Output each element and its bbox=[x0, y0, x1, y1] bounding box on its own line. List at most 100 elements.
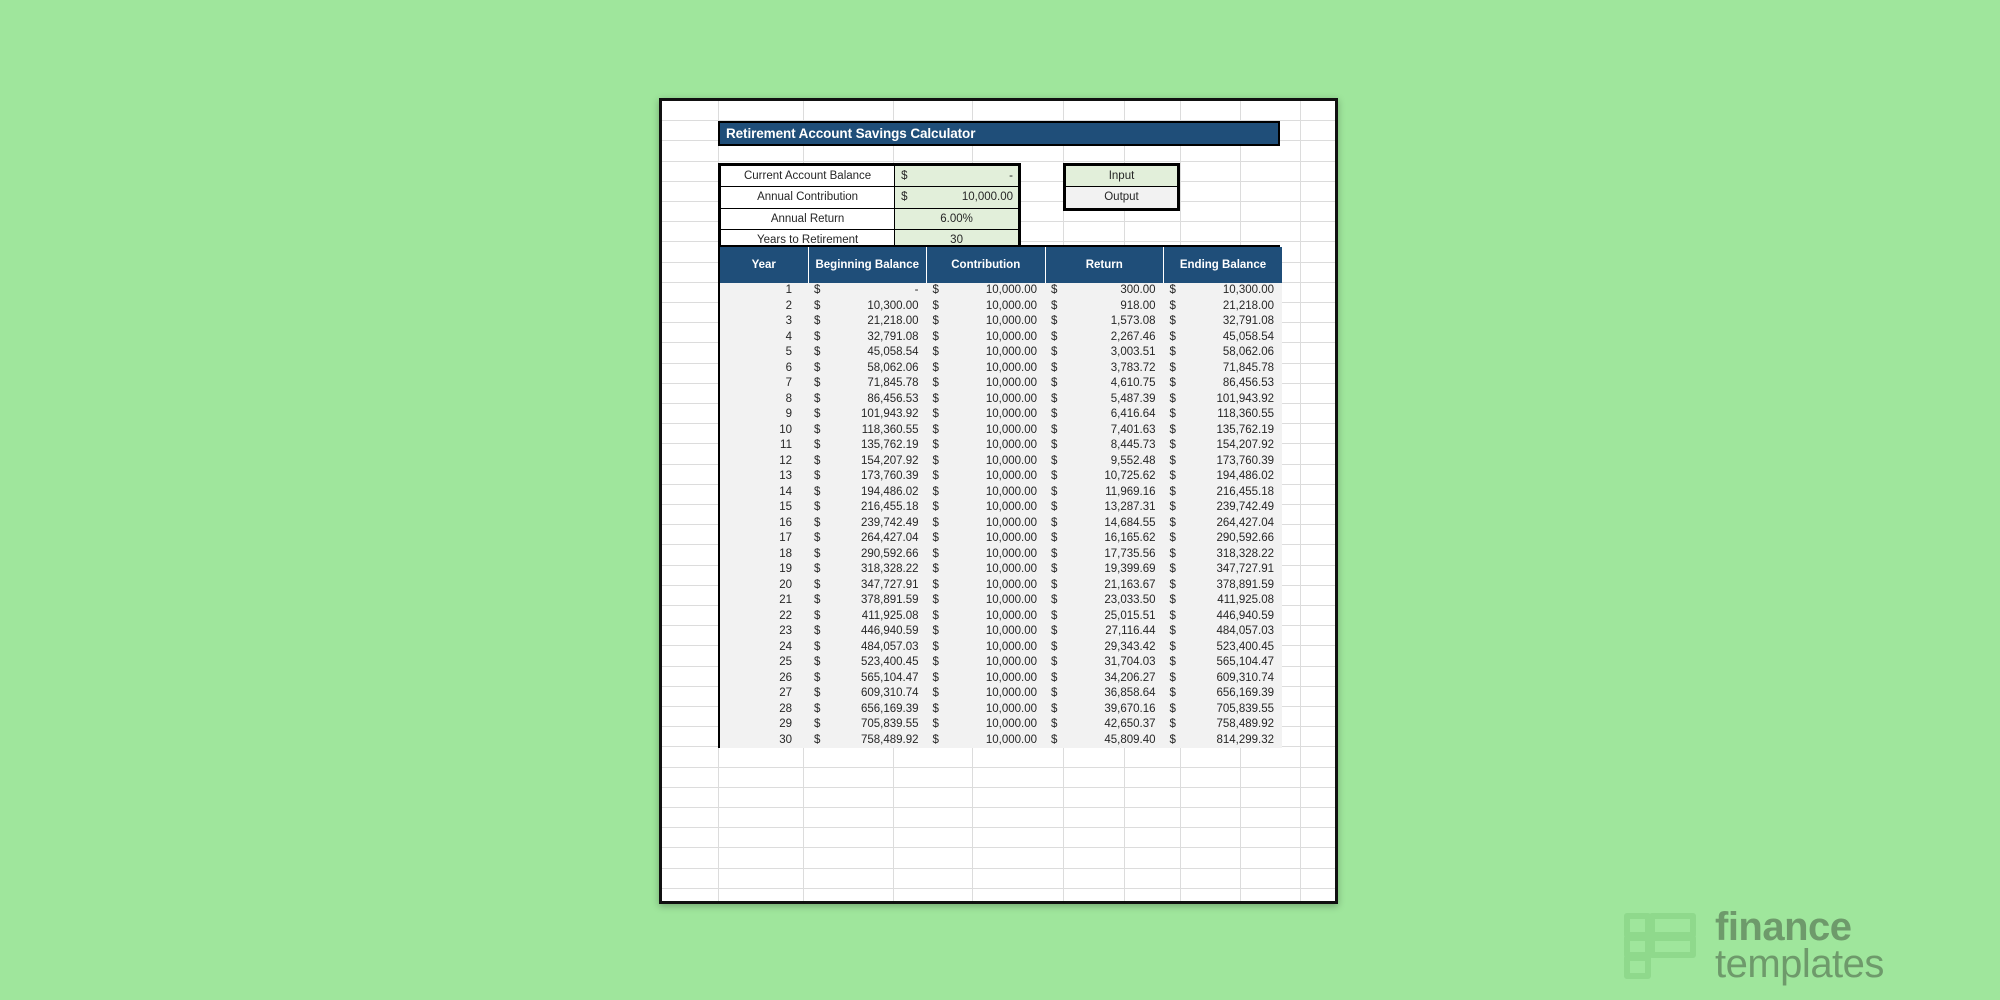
table-row: 21 $378,891.59 $10,000.00 $23,033.50 $411,92… bbox=[720, 593, 1282, 609]
cell-beginning: $86,456.53 bbox=[808, 391, 927, 407]
currency-symbol: $ bbox=[814, 718, 821, 730]
cell-contribution: $10,000.00 bbox=[926, 500, 1045, 516]
table-body: 1 $ - $10,000.00 $300.00 $10,300.00 2 $10,300.0… bbox=[720, 283, 1282, 748]
currency-symbol: $ bbox=[932, 470, 939, 482]
currency-symbol: $ bbox=[1051, 625, 1058, 637]
currency-symbol: $ bbox=[814, 640, 821, 653]
cell-beginning: $656,169.39 bbox=[808, 701, 927, 717]
cell-return: $21,163.67 bbox=[1045, 577, 1164, 593]
cell-ending: $347,727.91 bbox=[1163, 562, 1282, 578]
cell-return: $25,015.51 bbox=[1045, 608, 1164, 624]
currency-symbol: $ bbox=[814, 361, 821, 374]
currency-symbol: $ bbox=[932, 702, 939, 715]
cell-return: $5,487.39 bbox=[1045, 391, 1164, 407]
currency-symbol: $ bbox=[932, 687, 939, 699]
currency-symbol: $ bbox=[1051, 563, 1058, 575]
cell-return: $39,670.16 bbox=[1045, 701, 1164, 717]
cell-beginning: $ - bbox=[808, 283, 927, 299]
currency-symbol: $ bbox=[932, 516, 939, 529]
cell-ending: $173,760.39 bbox=[1163, 453, 1282, 469]
currency-symbol: $ bbox=[1169, 656, 1176, 668]
cell-year: 14 bbox=[720, 484, 808, 500]
currency-symbol: $ bbox=[901, 170, 908, 182]
currency-symbol: $ bbox=[1051, 485, 1058, 498]
cell-ending: $264,427.04 bbox=[1163, 515, 1282, 531]
currency-symbol: $ bbox=[932, 532, 939, 544]
cell-year: 2 bbox=[720, 298, 808, 314]
amortization-schedule-wrap: Year Beginning Balance Contribution Return E… bbox=[718, 245, 1282, 748]
legend-row-output: Output bbox=[1065, 186, 1178, 209]
cell-beginning: $101,943.92 bbox=[808, 407, 927, 423]
assumption-value-input[interactable]: $10,000.00 bbox=[894, 186, 1019, 209]
currency-symbol: $ bbox=[1051, 423, 1058, 436]
assumption-value-input[interactable]: $ - bbox=[894, 164, 1019, 188]
currency-symbol: $ bbox=[1051, 346, 1058, 358]
finance-templates-logo: finance templates bbox=[1623, 898, 1988, 993]
assumption-label: Annual Contribution bbox=[719, 186, 896, 209]
cell-year: 30 bbox=[720, 732, 808, 748]
currency-symbol: $ bbox=[1051, 687, 1058, 699]
currency-symbol: $ bbox=[932, 330, 939, 343]
cell-contribution: $10,000.00 bbox=[926, 531, 1045, 547]
table-row: 2 $10,300.00 $10,000.00 $918.00 $21,218.00 bbox=[720, 298, 1282, 314]
assumptions-input-block: Current Account Balance $ - Annual Contribu… bbox=[718, 163, 1021, 254]
column-header: Ending Balance bbox=[1163, 247, 1282, 283]
currency-symbol: $ bbox=[932, 594, 939, 606]
currency-symbol: $ bbox=[814, 439, 821, 451]
currency-symbol: $ bbox=[1051, 532, 1058, 544]
cell-contribution: $10,000.00 bbox=[926, 453, 1045, 469]
table-row: 19 $318,328.22 $10,000.00 $19,399.69 $347,72… bbox=[720, 562, 1282, 578]
table-row: 4 $32,791.08 $10,000.00 $2,267.46 $45,058.54 bbox=[720, 329, 1282, 345]
assumption-value-input[interactable]: 6.00% bbox=[894, 207, 1019, 230]
table-row: 9 $101,943.92 $10,000.00 $6,416.64 $118,360.… bbox=[720, 407, 1282, 423]
currency-symbol: $ bbox=[1169, 702, 1176, 715]
cell-beginning: $216,455.18 bbox=[808, 500, 927, 516]
currency-symbol: $ bbox=[814, 470, 821, 482]
cell-ending: $86,456.53 bbox=[1163, 376, 1282, 392]
cell-contribution: $10,000.00 bbox=[926, 670, 1045, 686]
assumption-label: Current Account Balance bbox=[719, 164, 896, 188]
logo-wordmark: finance templates bbox=[1715, 907, 1884, 984]
cell-contribution: $10,000.00 bbox=[926, 624, 1045, 640]
table-header-row: Year Beginning Balance Contribution Return E… bbox=[720, 247, 1282, 283]
currency-symbol: $ bbox=[1051, 578, 1058, 591]
currency-symbol: $ bbox=[932, 299, 939, 312]
table-row: 11 $135,762.19 $10,000.00 $8,445.73 $154,207… bbox=[720, 438, 1282, 454]
table-row: 18 $290,592.66 $10,000.00 $17,735.56 $318,32… bbox=[720, 546, 1282, 562]
cell-ending: $758,489.92 bbox=[1163, 717, 1282, 733]
cell-contribution: $10,000.00 bbox=[926, 283, 1045, 299]
currency-symbol: $ bbox=[1169, 392, 1176, 405]
currency-symbol: $ bbox=[932, 315, 939, 327]
cell-year: 21 bbox=[720, 593, 808, 609]
cell-year: 6 bbox=[720, 360, 808, 376]
cell-beginning: $347,727.91 bbox=[808, 577, 927, 593]
cell-return: $1,573.08 bbox=[1045, 314, 1164, 330]
currency-symbol: $ bbox=[1051, 702, 1058, 715]
cell-year: 26 bbox=[720, 670, 808, 686]
legend-output-label: Output bbox=[1065, 186, 1178, 209]
table-row: 8 $86,456.53 $10,000.00 $5,487.39 $101,943.9… bbox=[720, 391, 1282, 407]
currency-symbol: $ bbox=[1051, 609, 1058, 622]
cell-year: 15 bbox=[720, 500, 808, 516]
cell-ending: $656,169.39 bbox=[1163, 686, 1282, 702]
cell-ending: $45,058.54 bbox=[1163, 329, 1282, 345]
cell-beginning: $154,207.92 bbox=[808, 453, 927, 469]
currency-symbol: $ bbox=[1169, 501, 1176, 513]
column-header: Return bbox=[1044, 247, 1164, 283]
cell-beginning: $705,839.55 bbox=[808, 717, 927, 733]
cell-return: $7,401.63 bbox=[1045, 422, 1164, 438]
currency-symbol: $ bbox=[1169, 594, 1176, 606]
cell-year: 23 bbox=[720, 624, 808, 640]
cell-beginning: $10,300.00 bbox=[808, 298, 927, 314]
assumption-row: Current Account Balance $ - bbox=[719, 164, 1019, 188]
currency-symbol: $ bbox=[1169, 563, 1176, 575]
table-row: 13 $173,760.39 $10,000.00 $10,725.62 $194,48… bbox=[720, 469, 1282, 485]
cell-beginning: $239,742.49 bbox=[808, 515, 927, 531]
currency-symbol: $ bbox=[1051, 392, 1058, 405]
table-row: 15 $216,455.18 $10,000.00 $13,287.31 $239,74… bbox=[720, 500, 1282, 516]
cell-contribution: $10,000.00 bbox=[926, 422, 1045, 438]
cell-contribution: $10,000.00 bbox=[926, 376, 1045, 392]
currency-symbol: $ bbox=[1169, 299, 1176, 312]
cell-return: $8,445.73 bbox=[1045, 438, 1164, 454]
cell-year: 29 bbox=[720, 717, 808, 733]
